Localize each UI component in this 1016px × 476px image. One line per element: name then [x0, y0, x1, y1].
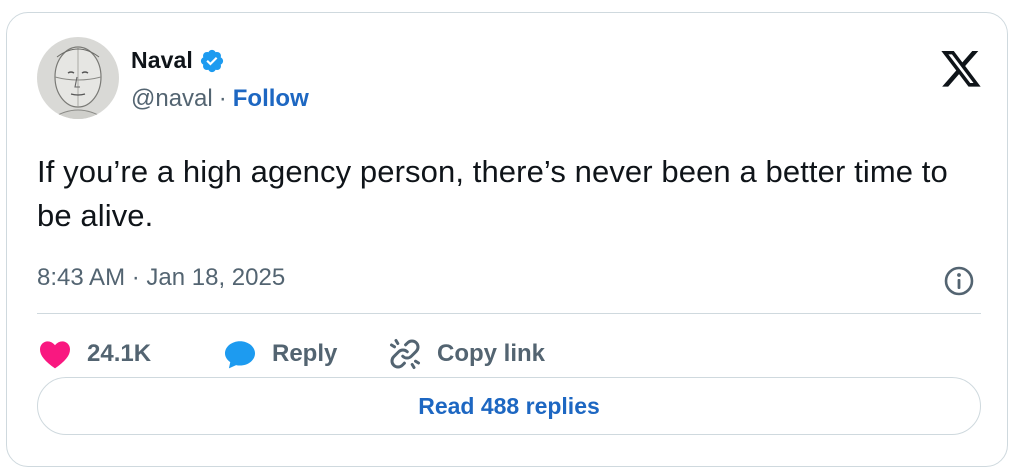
info-icon[interactable]: [943, 265, 975, 297]
reply-label: Reply: [272, 340, 338, 367]
avatar-sketch-image: [37, 37, 119, 119]
heart-icon: [40, 341, 70, 369]
tweet-card: Naval @naval · Follow If you’re a high a…: [6, 12, 1008, 467]
action-bar: 24.1K Reply Copy link: [37, 334, 545, 374]
read-replies-button[interactable]: Read 488 replies: [37, 377, 981, 435]
author-handle[interactable]: @naval: [131, 85, 213, 113]
author-name-row: Naval: [131, 47, 225, 74]
speech-bubble-icon: [225, 341, 255, 369]
avatar[interactable]: [37, 37, 119, 119]
copy-link-button[interactable]: Copy link: [387, 336, 545, 372]
author-name[interactable]: Naval: [131, 47, 193, 74]
divider: [37, 313, 981, 314]
link-icon: [390, 339, 420, 369]
tweet-timestamp[interactable]: 8:43 AM · Jan 18, 2025: [37, 264, 285, 292]
x-logo-icon[interactable]: [941, 51, 981, 87]
verified-badge-icon: [200, 49, 223, 72]
handle-row: @naval · Follow: [131, 85, 309, 113]
like-button[interactable]: 24.1K: [37, 336, 222, 372]
separator-dot: ·: [218, 85, 227, 112]
follow-link[interactable]: Follow: [233, 85, 309, 113]
copy-link-label: Copy link: [437, 340, 546, 367]
tweet-text: If you’re a high agency person, there’s …: [37, 154, 948, 233]
like-count: 24.1K: [87, 340, 152, 367]
reply-button[interactable]: Reply: [222, 336, 387, 372]
